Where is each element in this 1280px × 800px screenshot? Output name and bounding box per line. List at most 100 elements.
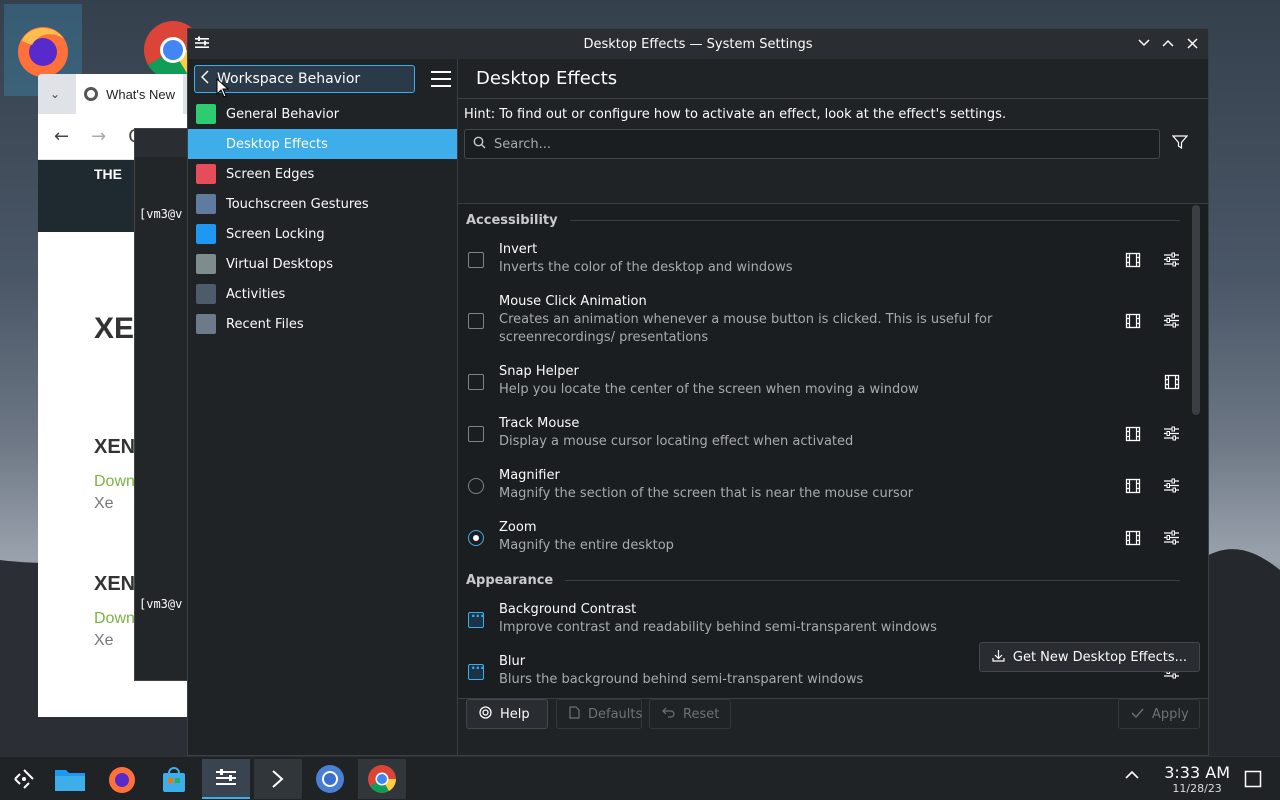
- sidebar-item-label: Screen Edges: [226, 166, 315, 182]
- maximize-icon[interactable]: [1160, 35, 1176, 51]
- effect-checkbox[interactable]: [468, 313, 484, 329]
- sidebar-item[interactable]: Screen Locking: [188, 219, 457, 249]
- effect-checkbox[interactable]: [468, 426, 484, 442]
- video-preview-icon[interactable]: [1163, 373, 1180, 390]
- effect-checkbox[interactable]: [468, 374, 484, 390]
- taskbar-chromium-icon[interactable]: [306, 759, 354, 799]
- effect-name: Mouse Click Animation: [499, 294, 647, 309]
- section-divider: [569, 219, 1180, 221]
- effect-radio[interactable]: [468, 530, 484, 546]
- window-titlebar[interactable]: Desktop Effects — System Settings: [188, 29, 1208, 59]
- chevron-down-icon[interactable]: ⌄: [50, 87, 60, 101]
- sidebar-item-label: Activities: [226, 286, 286, 302]
- video-preview-icon[interactable]: [1124, 425, 1141, 442]
- video-preview-icon[interactable]: [1124, 312, 1141, 329]
- background-terminal-window[interactable]: [vm3@v [vm3@v: [134, 128, 194, 681]
- effect-row[interactable]: Invert Inverts the color of the desktop a…: [458, 234, 1208, 286]
- defaults-button[interactable]: Defaults: [556, 699, 642, 729]
- video-preview-icon[interactable]: [1124, 477, 1141, 494]
- reset-button[interactable]: Reset: [649, 699, 731, 729]
- sidebar-item[interactable]: General Behavior: [188, 99, 457, 129]
- mouse-cursor-icon: [216, 78, 230, 98]
- show-desktop-icon[interactable]: [1244, 770, 1262, 792]
- effects-scrollbar-thumb[interactable]: [1192, 205, 1200, 415]
- effect-name: Background Contrast: [499, 602, 637, 617]
- document-icon: [569, 705, 580, 723]
- page-title: Desktop Effects: [458, 59, 1208, 99]
- effect-description: Display a mouse cursor locating effect w…: [499, 434, 854, 449]
- effects-list[interactable]: Accessibility Invert Inverts the color of …: [458, 203, 1208, 699]
- help-icon: [479, 705, 492, 723]
- help-label: Help: [500, 706, 530, 722]
- sidebar-item[interactable]: Touchscreen Gestures: [188, 189, 457, 219]
- video-preview-icon[interactable]: [1124, 251, 1141, 268]
- video-preview-icon[interactable]: [1124, 529, 1141, 546]
- sidebar-item[interactable]: Activities: [188, 279, 457, 309]
- download-icon: [992, 649, 1005, 666]
- digital-clock[interactable]: 3:33 AM 11/28/23: [1164, 763, 1230, 795]
- browser-tab-label: What's New: [106, 86, 176, 102]
- effect-name: Invert: [499, 242, 538, 257]
- screen-locking-icon: [196, 224, 216, 244]
- system-settings-window[interactable]: Desktop Effects — System Settings Worksp…: [187, 28, 1209, 756]
- help-button[interactable]: Help: [466, 699, 548, 729]
- taskbar-terminal[interactable]: [254, 759, 302, 799]
- sidebar-item[interactable]: Virtual Desktops: [188, 249, 457, 279]
- taskbar-firefox-icon[interactable]: [98, 759, 146, 799]
- footer-buttons: Get New Desktop Effects... Help Defaults…: [458, 642, 1208, 755]
- effect-row[interactable]: Snap Helper Help you locate the center of…: [458, 356, 1208, 408]
- effect-checkbox[interactable]: [468, 609, 485, 628]
- system-tray-expand-icon[interactable]: [1124, 769, 1140, 785]
- browser-tab[interactable]: What's New: [76, 74, 184, 114]
- virtual-desktops-icon: [196, 254, 216, 274]
- effect-row[interactable]: Background Contrast Improve contrast and …: [458, 594, 1208, 646]
- sidebar-item[interactable]: Recent Files: [188, 309, 457, 339]
- taskbar: 3:33 AM 11/28/23: [0, 756, 1280, 800]
- sidebar-item-label: Recent Files: [226, 316, 304, 332]
- taskbar-chrome-icon[interactable]: [358, 759, 406, 799]
- browser-tab-bar: ⌄ What's New: [38, 74, 208, 114]
- minimize-icon[interactable]: [1136, 35, 1152, 51]
- terminal-titlebar: [135, 129, 193, 157]
- undo-icon: [662, 707, 675, 722]
- clock-date: 11/28/23: [1172, 782, 1222, 795]
- defaults-label: Defaults: [588, 706, 643, 722]
- filter-icon[interactable]: [1171, 134, 1189, 154]
- effect-row[interactable]: Mouse Click Animation Creates an animatio…: [458, 286, 1208, 356]
- effect-row[interactable]: Zoom Magnify the entire desktop: [458, 512, 1208, 564]
- forward-arrow-icon[interactable]: →: [91, 126, 106, 147]
- chrome-small-icon: [84, 87, 99, 101]
- configure-sliders-icon[interactable]: [1163, 477, 1180, 494]
- effect-checkbox[interactable]: [468, 252, 484, 268]
- effect-name: Track Mouse: [499, 416, 580, 431]
- get-new-effects-button[interactable]: Get New Desktop Effects...: [978, 642, 1200, 672]
- get-new-effects-label: Get New Desktop Effects...: [1012, 649, 1187, 665]
- taskbar-system-settings[interactable]: [202, 759, 250, 799]
- configure-sliders-icon[interactable]: [1163, 312, 1180, 329]
- activities-icon: [196, 284, 216, 304]
- section-header: Appearance: [458, 566, 1208, 594]
- apply-label: Apply: [1152, 706, 1189, 722]
- search-input[interactable]: Search...: [464, 129, 1160, 159]
- configure-sliders-icon[interactable]: [1163, 425, 1180, 442]
- section-divider: [565, 579, 1180, 581]
- configure-sliders-icon[interactable]: [1163, 251, 1180, 268]
- effect-description: Creates an animation whenever a mouse bu…: [499, 312, 993, 345]
- close-icon[interactable]: [1184, 35, 1200, 51]
- file-manager-icon[interactable]: [46, 759, 94, 799]
- effect-row[interactable]: Track Mouse Display a mouse cursor locati…: [458, 408, 1208, 460]
- discover-store-icon[interactable]: [150, 759, 198, 799]
- effect-name: Zoom: [499, 520, 537, 535]
- effect-row[interactable]: Magnifier Magnify the section of the scre…: [458, 460, 1208, 512]
- section-header: Accessibility: [458, 206, 1208, 234]
- apply-button[interactable]: Apply: [1118, 699, 1200, 729]
- application-launcher-icon[interactable]: [0, 759, 48, 799]
- back-arrow-icon[interactable]: ←: [54, 126, 69, 147]
- clock-time: 3:33 AM: [1164, 763, 1230, 782]
- configure-sliders-icon[interactable]: [1163, 529, 1180, 546]
- sidebar-item[interactable]: Screen Edges: [188, 159, 457, 189]
- sidebar-item[interactable]: Desktop Effects: [188, 129, 457, 159]
- effect-radio[interactable]: [468, 478, 484, 494]
- section-title: Appearance: [466, 572, 554, 588]
- hamburger-menu-icon[interactable]: [431, 71, 451, 87]
